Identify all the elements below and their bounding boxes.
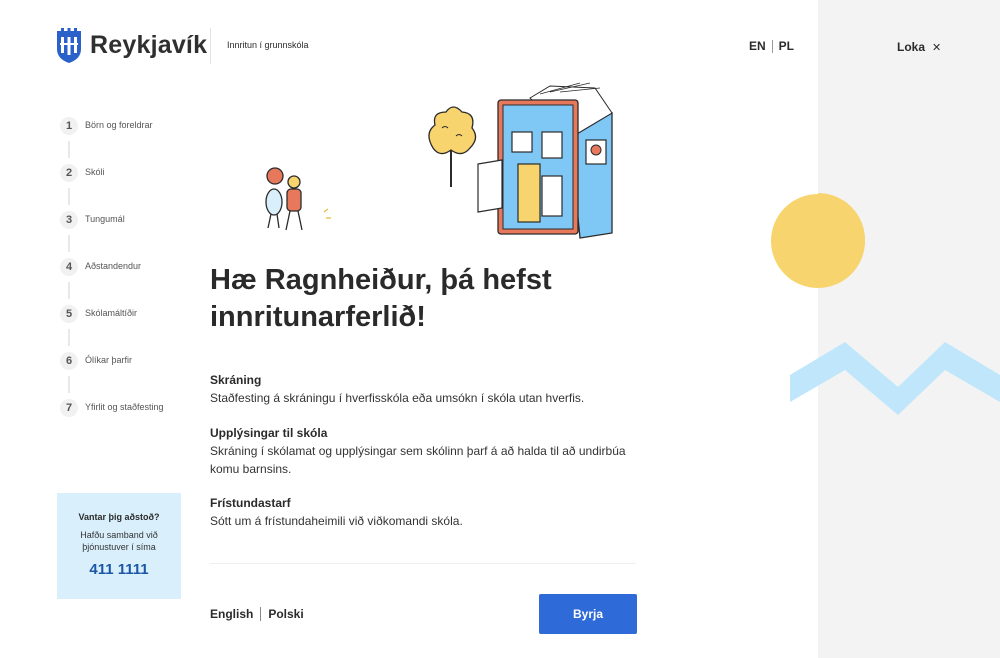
- language-polski-link[interactable]: Polski: [268, 607, 303, 621]
- step-number: 3: [60, 211, 78, 229]
- language-separator: [260, 607, 262, 621]
- step-connector: [68, 235, 70, 252]
- footer-language-switcher: English Polski: [210, 607, 304, 621]
- step-number: 4: [60, 258, 78, 276]
- language-english-link[interactable]: English: [210, 607, 253, 621]
- help-box: Vantar þig aðstoð? Hafðu samband við þjó…: [57, 493, 181, 599]
- close-icon: ✕: [932, 41, 942, 54]
- step-label: Börn og foreldrar: [85, 120, 153, 130]
- step-connector: [68, 282, 70, 299]
- brand-name: Reykjavík: [90, 30, 208, 59]
- step-number: 7: [60, 399, 78, 417]
- step-label: Ólíkar þarfir: [85, 355, 133, 365]
- step-connector: [68, 188, 70, 205]
- language-separator: [771, 39, 773, 53]
- step-number: 1: [60, 117, 78, 135]
- help-phone-link[interactable]: 411 1111: [57, 561, 181, 578]
- step-connector: [68, 376, 70, 393]
- section-text: Staðfesting á skráningu í hverfisskóla e…: [210, 391, 585, 405]
- step-number: 5: [60, 305, 78, 323]
- section-text: Sótt um á frístundaheimili við viðkomand…: [210, 514, 463, 528]
- step-connector: [68, 329, 70, 346]
- section-title: Skráning: [210, 373, 262, 387]
- help-text: Hafðu samband við þjónustuver í síma: [80, 530, 158, 552]
- page-title: Innritun í grunnskóla: [227, 40, 309, 50]
- step-label: Tungumál: [85, 214, 125, 224]
- info-section: Upplýsingar til skóla Skráning í skólama…: [210, 425, 630, 478]
- footer-divider: [210, 563, 636, 564]
- section-text: Skráning í skólamat og upplýsingar sem s…: [210, 444, 626, 476]
- children-illustration: [265, 167, 331, 231]
- zigzag-decoration: [771, 194, 1000, 415]
- reykjavik-logo[interactable]: Reykjavík: [56, 27, 207, 63]
- welcome-illustration: [265, 82, 613, 239]
- language-switcher: EN PL: [749, 39, 794, 53]
- language-pl-link[interactable]: PL: [779, 39, 794, 53]
- step-label: Aðstandendur: [85, 261, 142, 271]
- close-button[interactable]: Loka ✕: [897, 40, 941, 54]
- language-en-link[interactable]: EN: [749, 39, 766, 53]
- city-crest-icon: [57, 28, 81, 63]
- header-divider: [210, 28, 211, 64]
- step-label: Skóli: [85, 167, 105, 177]
- step-label: Yfirlit og staðfesting: [85, 402, 164, 412]
- step-connector: [68, 141, 70, 158]
- tree-illustration: [428, 106, 477, 187]
- start-button[interactable]: Byrja: [539, 594, 637, 634]
- sun-circle: [771, 194, 865, 288]
- step-number: 2: [60, 164, 78, 182]
- info-section: Skráning Staðfesting á skráningu í hverf…: [210, 372, 640, 407]
- section-title: Upplýsingar til skóla: [210, 426, 328, 440]
- help-title: Vantar þig aðstoð?: [78, 512, 160, 522]
- section-title: Frístundastarf: [210, 496, 291, 510]
- zigzag-shape: [790, 342, 1000, 415]
- step-number: 6: [60, 352, 78, 370]
- close-label: Loka: [897, 40, 926, 54]
- book-house-illustration: [477, 82, 613, 239]
- step-label: Skólamáltíðir: [85, 308, 138, 318]
- welcome-heading: Hæ Ragnheiður, þá hefst innritunarferlið…: [210, 264, 552, 333]
- info-section: Frístundastarf Sótt um á frístundaheimil…: [210, 495, 640, 530]
